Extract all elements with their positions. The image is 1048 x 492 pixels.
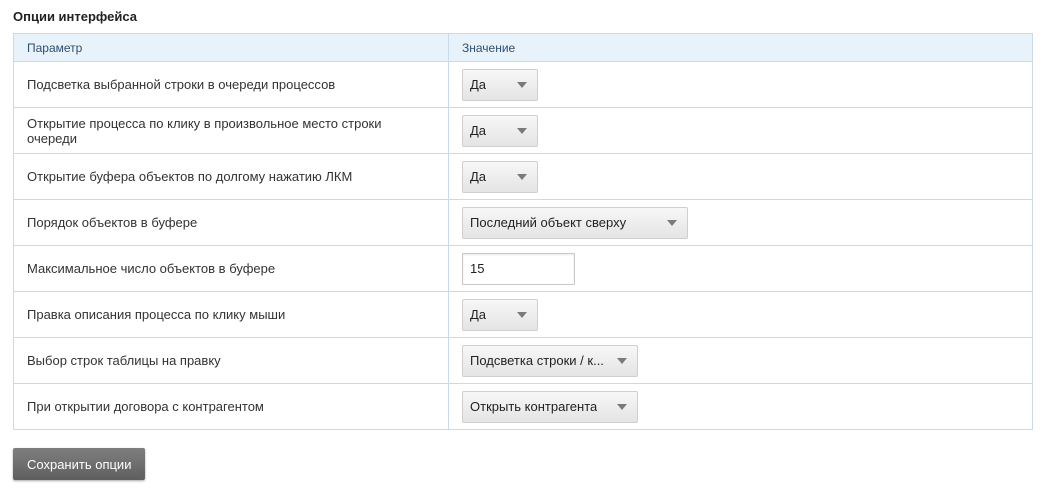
table-row-edit-select[interactable]: Подсветка строки / к... bbox=[462, 344, 638, 377]
value-cell: Последний объект сверху bbox=[448, 199, 1033, 246]
param-label: Открытие буфера объектов по долгому нажа… bbox=[13, 153, 449, 200]
buffer-order-select[interactable]: Последний объект сверху bbox=[462, 206, 688, 239]
param-label: Правка описания процесса по клику мыши bbox=[13, 291, 449, 338]
param-label: Порядок объектов в буфере bbox=[13, 199, 449, 246]
edit-description-click-select[interactable]: Да bbox=[462, 298, 538, 331]
param-label: Выбор строк таблицы на правку bbox=[13, 337, 449, 384]
table-row: Порядок объектов в буфере Последний объе… bbox=[13, 199, 1033, 246]
value-cell bbox=[448, 245, 1033, 292]
open-buffer-longpress-select[interactable]: Да bbox=[462, 160, 538, 193]
chevron-down-icon bbox=[517, 81, 527, 88]
table-row: Открытие процесса по клику в произвольно… bbox=[13, 107, 1033, 154]
table-row: Подсветка выбранной строки в очереди про… bbox=[13, 61, 1033, 108]
save-options-button[interactable]: Сохранить опции bbox=[13, 448, 146, 480]
param-label: Подсветка выбранной строки в очереди про… bbox=[13, 61, 449, 108]
select-value: Да bbox=[470, 123, 487, 138]
table-row: Выбор строк таблицы на правку Подсветка … bbox=[13, 337, 1033, 384]
column-header-value: Значение bbox=[448, 33, 1033, 62]
select-value: Да bbox=[470, 169, 487, 184]
contract-open-select[interactable]: Открыть контрагента bbox=[462, 390, 638, 423]
select-value: Подсветка строки / к... bbox=[470, 353, 604, 368]
param-label: При открытии договора с контрагентом bbox=[13, 383, 449, 430]
chevron-down-icon bbox=[667, 219, 677, 226]
param-label: Открытие процесса по клику в произвольно… bbox=[13, 107, 449, 154]
table-header-row: Параметр Значение bbox=[13, 33, 1033, 62]
table-row: Открытие буфера объектов по долгому нажа… bbox=[13, 153, 1033, 200]
table-row: Максимальное число объектов в буфере bbox=[13, 245, 1033, 292]
value-cell: Да bbox=[448, 291, 1033, 338]
section-title: Опции интерфейса bbox=[13, 9, 137, 24]
select-value: Да bbox=[470, 307, 487, 322]
param-label: Максимальное число объектов в буфере bbox=[13, 245, 449, 292]
value-cell: Подсветка строки / к... bbox=[448, 337, 1033, 384]
chevron-down-icon bbox=[517, 173, 527, 180]
chevron-down-icon bbox=[517, 311, 527, 318]
select-value: Да bbox=[470, 77, 487, 92]
column-header-param: Параметр bbox=[13, 33, 449, 62]
open-process-click-select[interactable]: Да bbox=[462, 114, 538, 147]
chevron-down-icon bbox=[617, 357, 627, 364]
value-cell: Да bbox=[448, 153, 1033, 200]
chevron-down-icon bbox=[617, 403, 627, 410]
table-row: Правка описания процесса по клику мыши Д… bbox=[13, 291, 1033, 338]
highlight-row-select[interactable]: Да bbox=[462, 68, 538, 101]
value-cell: Да bbox=[448, 61, 1033, 108]
select-value: Последний объект сверху bbox=[470, 215, 627, 230]
table-row: При открытии договора с контрагентом Отк… bbox=[13, 383, 1033, 430]
value-cell: Да bbox=[448, 107, 1033, 154]
value-cell: Открыть контрагента bbox=[448, 383, 1033, 430]
options-table: Параметр Значение Подсветка выбранной ст… bbox=[13, 33, 1033, 430]
chevron-down-icon bbox=[517, 127, 527, 134]
select-value: Открыть контрагента bbox=[470, 399, 598, 414]
buffer-max-count-input[interactable] bbox=[462, 252, 575, 285]
